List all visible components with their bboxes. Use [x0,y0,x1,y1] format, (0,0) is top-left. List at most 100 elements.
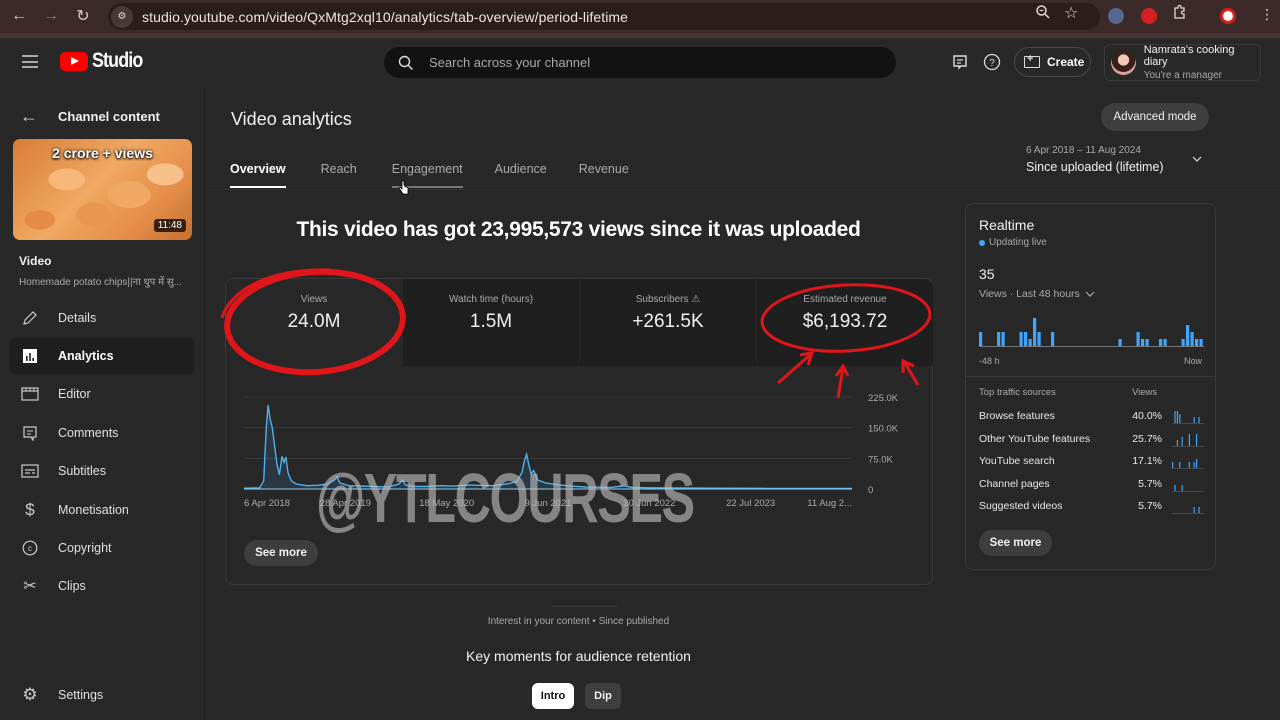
help-icon[interactable]: ? [982,52,1002,72]
realtime-bar[interactable] [1037,332,1041,346]
realtime-bar[interactable] [1024,332,1028,346]
chevron-down-icon[interactable] [1192,154,1202,164]
forward-icon[interactable]: → [40,5,62,27]
sidebar-item-details[interactable]: Details [10,300,194,336]
realtime-bar[interactable] [1028,339,1032,346]
site-info-icon[interactable]: ⚙ [111,5,133,28]
realtime-metric-dropdown[interactable]: Views · Last 48 hours [979,288,1096,300]
sidebar-item-editor[interactable]: Editor [10,376,194,412]
metric-watch-time[interactable]: Watch time (hours) 1.5M [403,279,579,366]
realtime-bar[interactable] [1190,332,1194,346]
extension-cursor-icon[interactable] [1108,8,1124,24]
realtime-bar[interactable] [1033,318,1037,346]
sidebar-item-label: Analytics [58,349,114,363]
metric-value: 1.5M [469,311,513,332]
realtime-bar[interactable] [1181,339,1185,346]
feedback-icon[interactable] [950,52,970,72]
tab-revenue[interactable]: Revenue [579,162,629,188]
chip-intro[interactable]: Intro [532,683,574,709]
advanced-mode-button[interactable]: Advanced mode [1101,103,1209,131]
realtime-bar[interactable] [1195,339,1199,346]
sidebar-item-analytics[interactable]: Analytics [10,338,194,374]
realtime-bar[interactable] [1001,332,1005,346]
realtime-bar[interactable] [1186,325,1190,346]
metric-subscribers[interactable]: Subscribers ⚠ +261.5K [580,279,756,366]
spark-bar [1193,507,1195,513]
sidebar-item-clips[interactable]: ✂ Clips [10,568,194,604]
traffic-source-percent: 25.7% [1132,432,1162,445]
reload-icon[interactable]: ↻ [72,5,94,27]
sidebar-item-label: Settings [58,688,104,702]
search-input[interactable] [429,55,829,70]
main-content: Video analytics Advanced mode Overview R… [206,88,1280,720]
realtime-bar[interactable] [997,332,1001,346]
overview-chart-card: Views 24.0M Watch time (hours) 1.5M Subs… [225,278,933,585]
spark-bar [1198,507,1200,513]
create-button[interactable]: Create [1014,47,1091,77]
realtime-bar-chart[interactable] [979,309,1204,349]
realtime-divider [966,376,1215,377]
tab-audience[interactable]: Audience [495,162,547,188]
realtime-bar[interactable] [1159,339,1163,346]
sidebar-item-monetisation[interactable]: $ Monetisation [10,492,194,528]
spark-bar [1179,414,1181,423]
menu-dots-icon[interactable]: ⋮ [1260,6,1274,23]
tab-overview[interactable]: Overview [230,162,286,188]
x-tick-label: 6 Apr 2018 [244,498,290,509]
realtime-bar[interactable] [1118,339,1122,346]
traffic-sparkline [1172,484,1204,492]
video-duration: 11:48 [153,219,186,232]
url-text[interactable]: studio.youtube.com/video/QxMtg2xql10/ana… [142,9,628,25]
back-icon[interactable]: ← [8,5,30,27]
realtime-bar[interactable] [1163,339,1167,346]
series-area [244,405,852,489]
sidebar-item-settings[interactable]: ⚙ Settings [10,677,194,713]
series-line-views[interactable] [243,405,852,490]
traffic-sparkline [1172,459,1204,469]
search-bar[interactable] [384,47,896,78]
spark-bar [1176,411,1178,423]
realtime-bar[interactable] [1051,332,1055,346]
realtime-bar[interactable] [1141,339,1145,346]
sidebar-item-comments[interactable]: Comments [10,415,194,451]
bookmark-star-icon[interactable]: ☆ [1064,3,1078,23]
realtime-bar[interactable] [979,332,983,346]
tab-reach[interactable]: Reach [321,162,357,188]
extensions-puzzle-icon[interactable] [1172,4,1188,23]
account-name: Namrata's cooking diary [1143,44,1235,68]
date-range-selector[interactable]: 6 Apr 2018 – 11 Aug 2024 Since uploaded … [1026,145,1164,174]
realtime-axis-start: -48 h [979,356,1000,366]
warning-icon[interactable]: ⚠ [691,294,700,305]
account-switcher[interactable]: Namrata's cooking diary You're a manager [1104,44,1261,81]
studio-logo-text[interactable]: Studio [92,49,143,73]
video-thumbnail[interactable]: 2 crore + views 11:48 [13,139,192,240]
realtime-bar[interactable] [1145,339,1149,346]
traffic-source-percent: 5.7% [1138,477,1162,490]
see-more-button[interactable]: See more [244,540,318,566]
extension-hand-icon[interactable] [1141,8,1157,24]
zoom-icon[interactable] [1035,4,1051,23]
views-line-chart[interactable]: 0 75.0K 150.0K 225.0K 6 Apr 2018 28 Apr 2019 1… [226,379,932,514]
browser-toolbar: ← → ↻ ⚙ studio.youtube.com/video/QxMtg2x… [0,0,1280,33]
realtime-bar[interactable] [1136,332,1140,346]
youtube-logo-icon[interactable] [60,52,88,71]
sidebar-item-subtitles[interactable]: Subtitles [10,453,194,489]
address-bar[interactable]: ⚙ studio.youtube.com/video/QxMtg2xql10/a… [108,3,1100,30]
metric-views[interactable]: Views 24.0M [226,279,402,366]
hamburger-menu-icon[interactable] [22,55,38,68]
realtime-bar[interactable] [1019,332,1023,346]
sidebar-item-copyright[interactable]: c Copyright [10,530,194,566]
realtime-see-more-button[interactable]: See more [979,530,1052,556]
chip-dip[interactable]: Dip [585,683,621,709]
date-range-text: 6 Apr 2018 – 11 Aug 2024 [1026,145,1141,156]
page-title: Video analytics [231,109,352,129]
metric-label: Watch time (hours) [448,294,534,305]
metric-estimated-revenue[interactable]: Estimated revenue $6,193.72 [757,279,933,366]
x-tick-label: 9 Jun 2021 [524,498,571,509]
channel-content-back-button[interactable]: ← Channel content [20,106,160,127]
profile-icon[interactable] [1220,8,1236,24]
realtime-bar[interactable] [1199,339,1203,346]
sidebar-item-label: Clips [58,579,86,593]
traffic-source-row: Suggested videos 5.7% [979,500,1204,514]
traffic-source-name: Other YouTube features [979,432,1091,445]
